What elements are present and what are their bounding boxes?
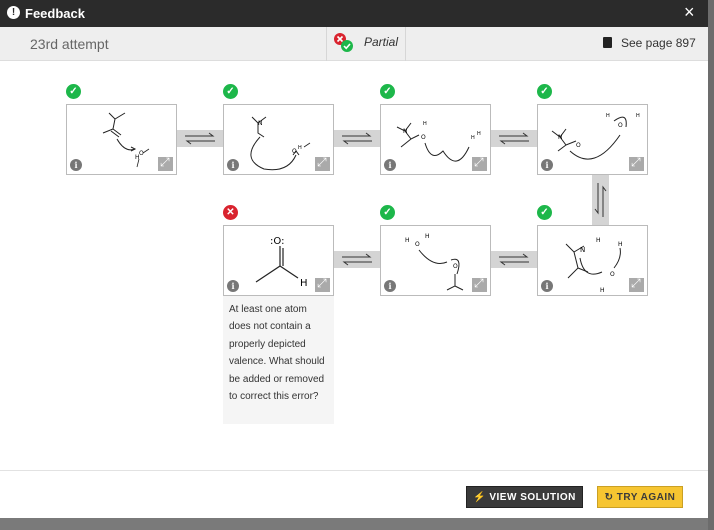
info-icon[interactable]: i [70, 159, 82, 171]
mechanism-step-1[interactable]: H O i [66, 104, 177, 175]
equilibrium-arrow-1 [177, 130, 223, 147]
background-strip [708, 0, 714, 530]
book-icon [603, 37, 612, 48]
svg-text:H: H [425, 233, 430, 240]
expand-icon[interactable] [472, 276, 487, 292]
try-again-button[interactable]: ↻ TRY AGAIN [597, 486, 683, 508]
refresh-icon: ↻ [604, 492, 614, 503]
expand-icon[interactable] [629, 155, 644, 171]
svg-text:N: N [258, 120, 263, 127]
svg-text:O: O [576, 142, 581, 149]
svg-text:H: H [298, 145, 302, 151]
info-icon[interactable]: i [227, 280, 239, 292]
svg-text:N: N [558, 134, 563, 141]
svg-text:N: N [403, 128, 408, 135]
step-3-correct-icon: ✓ [380, 84, 395, 99]
modal-footer: ⚡ VIEW SOLUTION ↻ TRY AGAIN [0, 470, 708, 518]
feedback-modal: ! Feedback × 23rd attempt Partial See pa… [0, 0, 708, 518]
info-icon[interactable]: i [227, 159, 239, 171]
page-reference-label: See page 897 [621, 36, 696, 50]
svg-text:H: H [405, 237, 410, 244]
svg-text:O: O [139, 150, 144, 157]
svg-text:H: H [636, 113, 640, 119]
step-7-frame: :O: H i [223, 225, 334, 296]
svg-text:H: H [471, 135, 475, 141]
step-5-correct-icon: ✓ [537, 205, 552, 220]
svg-text:H: H [300, 278, 308, 289]
equilibrium-arrow-2 [334, 130, 380, 147]
svg-text:O: O [618, 122, 623, 129]
mechanism-step-5[interactable]: N H O H H i [537, 225, 648, 296]
equilibrium-arrow-6 [334, 251, 380, 268]
svg-text:O: O [415, 241, 420, 248]
page-reference-link[interactable]: See page 897 [603, 36, 696, 50]
svg-text:H: H [477, 131, 481, 137]
svg-text:H: H [423, 121, 427, 127]
titlebar: ! Feedback × [0, 0, 708, 27]
info-icon[interactable]: i [384, 159, 396, 171]
close-icon[interactable]: × [684, 2, 695, 23]
attempt-bar: 23rd attempt Partial See page 897 [0, 27, 708, 61]
expand-icon[interactable] [315, 276, 330, 292]
view-solution-button[interactable]: ⚡ VIEW SOLUTION [466, 486, 583, 508]
status-label: Partial [364, 35, 399, 49]
info-icon[interactable]: i [541, 159, 553, 171]
error-message: At least one atom does not contain a pro… [223, 296, 334, 424]
equilibrium-arrow-5 [491, 251, 537, 268]
info-icon[interactable]: i [384, 280, 396, 292]
svg-text:O: O [421, 134, 426, 141]
mechanism-step-3[interactable]: N O H H H i [380, 104, 491, 175]
attempt-label: 23rd attempt [30, 36, 109, 52]
step-7-incorrect-icon: ✕ [223, 205, 238, 220]
expand-icon[interactable] [629, 276, 644, 292]
svg-text:N: N [580, 246, 585, 254]
step-2-correct-icon: ✓ [223, 84, 238, 99]
svg-text:O: O [292, 148, 297, 155]
mechanism-step-7[interactable]: :O: H i At least one atom does not conta… [223, 225, 334, 425]
equilibrium-arrow-4 [592, 175, 609, 225]
svg-text::O:: :O: [270, 236, 284, 247]
step-6-correct-icon: ✓ [380, 205, 395, 220]
mechanism-step-2[interactable]: N O H i [223, 104, 334, 175]
bolt-icon: ⚡ [473, 492, 487, 503]
try-again-label: TRY AGAIN [616, 492, 676, 503]
alert-icon: ! [7, 6, 20, 19]
svg-text:H: H [618, 241, 623, 248]
equilibrium-arrow-3 [491, 130, 537, 147]
modal-title: Feedback [25, 6, 85, 21]
background-strip-bottom [0, 518, 708, 530]
info-icon[interactable]: i [541, 280, 553, 292]
svg-text:H: H [606, 113, 610, 119]
expand-icon[interactable] [315, 155, 330, 171]
mechanism-step-6[interactable]: H O H O i [380, 225, 491, 296]
svg-text:O: O [610, 271, 615, 278]
svg-text:O: O [453, 263, 458, 270]
step-4-correct-icon: ✓ [537, 84, 552, 99]
mechanism-step-4[interactable]: N O O H H i [537, 104, 648, 175]
step-1-correct-icon: ✓ [66, 84, 81, 99]
svg-text:H: H [600, 287, 605, 294]
expand-icon[interactable] [472, 155, 487, 171]
expand-icon[interactable] [158, 155, 173, 171]
status-cell: Partial [326, 27, 406, 61]
partial-status-icon [334, 33, 353, 52]
svg-text:H: H [596, 237, 601, 244]
view-solution-label: VIEW SOLUTION [489, 492, 576, 503]
